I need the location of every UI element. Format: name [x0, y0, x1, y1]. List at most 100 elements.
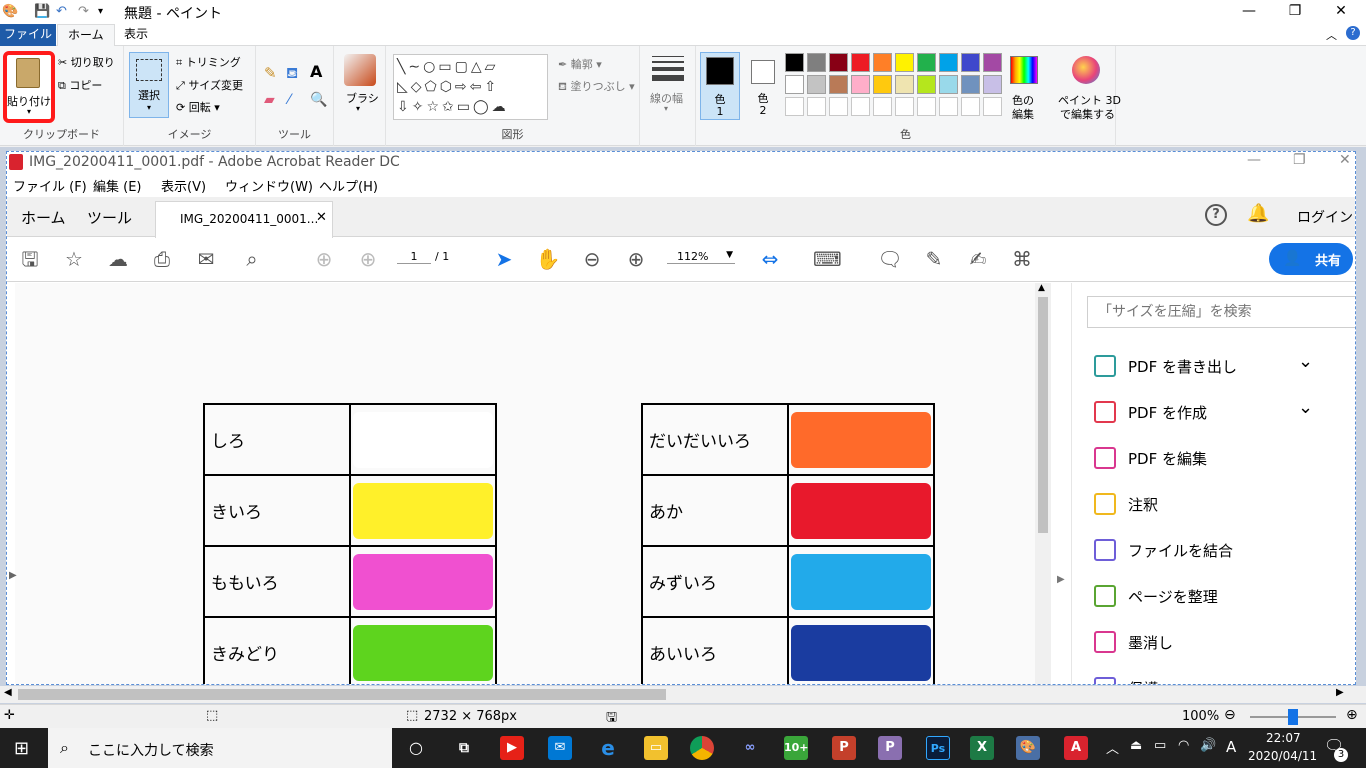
close-button[interactable]: ✕ — [1318, 0, 1364, 24]
zoom-select[interactable]: 112% ▼ — [667, 250, 735, 264]
paint-taskbar-icon[interactable]: 🎨 — [1016, 736, 1040, 760]
show-hidden-icons[interactable]: ︿ — [1106, 738, 1119, 757]
help-icon[interactable]: ? — [1346, 26, 1360, 40]
powerpoint-icon[interactable]: P — [832, 736, 856, 760]
maximize-button[interactable]: ❐ — [1272, 0, 1318, 24]
color-swatch[interactable] — [939, 75, 958, 94]
clock-time[interactable]: 22:07 — [1266, 731, 1301, 745]
login-link[interactable]: ログイン — [1297, 207, 1353, 227]
search-zoom-icon[interactable]: ⌕ — [239, 246, 265, 272]
color-swatch[interactable] — [851, 53, 870, 72]
tool-item[interactable]: 墨消し — [1094, 627, 1173, 657]
undo-icon[interactable]: ↶ — [56, 4, 67, 19]
menu-help[interactable]: ヘルプ(H) — [319, 176, 378, 195]
comment-icon[interactable]: 🗨 — [877, 246, 903, 272]
next-page-icon[interactable]: ⊕ — [355, 246, 381, 272]
paint3d-icon[interactable] — [1072, 56, 1100, 84]
brush-dropdown-icon[interactable]: ▾ — [356, 104, 360, 113]
custom-color-slot[interactable] — [917, 97, 936, 116]
select-button[interactable]: 選択 ▾ — [129, 52, 169, 118]
horizontal-scroll-thumb[interactable] — [18, 689, 666, 700]
left-panel-toggle-icon[interactable]: ▶ — [9, 570, 17, 581]
print-icon[interactable]: ⎙ — [149, 246, 175, 272]
color-swatch[interactable] — [895, 53, 914, 72]
acrobat-window[interactable]: IMG_20200411_0001.pdf - Adobe Acrobat Re… — [6, 151, 1356, 685]
magnifier-icon[interactable]: 🔍 — [310, 92, 327, 108]
chevron-down-icon[interactable]: ⌄ — [1298, 397, 1313, 418]
youtube-icon[interactable]: ▶ — [500, 736, 524, 760]
right-pane-toggle-icon[interactable]: ▶ — [1057, 574, 1065, 585]
color-picker-icon[interactable]: ⁄ — [288, 92, 290, 108]
acrobat-maximize-button[interactable]: ❐ — [1293, 152, 1306, 168]
document-vertical-scrollbar[interactable]: ▲ — [1035, 283, 1051, 684]
hand-tool-icon[interactable]: ✋ — [535, 246, 561, 272]
tools-search-input[interactable] — [1087, 296, 1355, 328]
pencil-icon[interactable]: ✎ — [264, 64, 277, 82]
share-button[interactable]: 👤 共有 — [1269, 243, 1353, 275]
zoom-in-icon[interactable]: ⊕ — [623, 246, 649, 272]
custom-color-slot[interactable] — [829, 97, 848, 116]
select-cursor-icon[interactable]: ➤ — [491, 246, 517, 272]
usb-icon[interactable]: ⏏ — [1130, 738, 1142, 753]
horizontal-scrollbar[interactable]: ◀ ▶ — [0, 686, 1366, 703]
prev-page-icon[interactable]: ⊕ — [311, 246, 337, 272]
bell-icon[interactable]: 🔔 — [1247, 203, 1269, 224]
scroll-thumb[interactable] — [1038, 297, 1048, 533]
color-swatch[interactable] — [873, 75, 892, 94]
highlight-pen-icon[interactable]: ✎ — [921, 246, 947, 272]
tab-view[interactable]: 表示 — [114, 24, 158, 46]
tool-item[interactable]: PDF を作成 ⌄ — [1094, 397, 1313, 427]
color1-button[interactable]: 色 1 — [700, 52, 740, 120]
brush-label[interactable]: ブラシ — [346, 90, 379, 106]
outline-button[interactable]: ✒ 輪郭 ▾ — [558, 56, 602, 72]
clock-date[interactable]: 2020/04/11 — [1248, 749, 1317, 763]
color-swatch[interactable] — [983, 75, 1002, 94]
menu-edit[interactable]: 編集 (E) — [93, 176, 142, 195]
custom-color-slot[interactable] — [961, 97, 980, 116]
save-icon[interactable]: 💾 — [34, 4, 50, 19]
scroll-up-icon[interactable]: ▲ — [1038, 283, 1045, 293]
acrobat-tab-home[interactable]: ホーム — [21, 207, 66, 228]
taskbar-search-box[interactable]: ⌕ ここに入力して検索 — [48, 728, 392, 768]
close-tab-icon[interactable]: ✕ — [316, 210, 327, 225]
paint3d-label-b[interactable]: で編集する — [1060, 106, 1115, 122]
color-swatch[interactable] — [917, 53, 936, 72]
redo-icon[interactable]: ↷ — [78, 4, 89, 19]
tool-item[interactable]: 保護 — [1094, 673, 1158, 684]
ime-indicator[interactable]: A — [1226, 738, 1236, 756]
keyboard-scroll-icon[interactable]: ⌨ — [813, 246, 842, 272]
paint-app-icon[interactable]: 🎨 — [2, 4, 18, 19]
color-swatch[interactable] — [807, 53, 826, 72]
custom-color-slot[interactable] — [895, 97, 914, 116]
tool-item[interactable]: 注釈 — [1094, 489, 1158, 519]
acrobat-tab-document[interactable]: IMG_20200411_0001... ✕ — [155, 201, 333, 238]
quick-access-dropdown-icon[interactable]: ▾ — [98, 6, 103, 17]
tool-item[interactable]: ページを整理 — [1094, 581, 1218, 611]
mail-icon[interactable]: ✉ — [193, 246, 219, 272]
fill-sign-icon[interactable]: ⌘ — [1009, 246, 1035, 272]
photoshop-icon[interactable]: Ps — [926, 736, 950, 760]
acrobat-minimize-button[interactable]: — — [1247, 152, 1261, 168]
fill-button[interactable]: ⛾ 塗りつぶし ▾ — [558, 78, 635, 95]
tab-file[interactable]: ファイル — [0, 24, 56, 46]
volume-icon[interactable]: 🔊 — [1200, 738, 1216, 753]
cloud-upload-icon[interactable]: ☁ — [105, 246, 131, 272]
cortana-icon[interactable]: ○ — [404, 736, 428, 760]
help-circle-icon[interactable]: ? — [1205, 204, 1227, 226]
color-swatch[interactable] — [785, 75, 804, 94]
custom-color-slot[interactable] — [873, 97, 892, 116]
acrobat-close-button[interactable]: ✕ — [1339, 152, 1351, 168]
custom-color-slot[interactable] — [983, 97, 1002, 116]
chrome-icon[interactable] — [690, 736, 714, 760]
tool-item[interactable]: PDF を編集 — [1094, 443, 1207, 473]
minimize-button[interactable]: — — [1226, 0, 1272, 24]
color-swatch[interactable] — [829, 53, 848, 72]
brush-icon[interactable] — [344, 54, 376, 86]
color-swatch[interactable] — [983, 53, 1002, 72]
star-icon[interactable]: ☆ — [61, 246, 87, 272]
color2-button[interactable]: 色 2 — [744, 52, 784, 120]
tab-home[interactable]: ホーム — [57, 24, 115, 47]
scroll-left-icon[interactable]: ◀ — [4, 687, 12, 698]
scroll-right-icon[interactable]: ▶ — [1336, 687, 1344, 698]
menu-file[interactable]: ファイル (F) — [13, 176, 87, 195]
